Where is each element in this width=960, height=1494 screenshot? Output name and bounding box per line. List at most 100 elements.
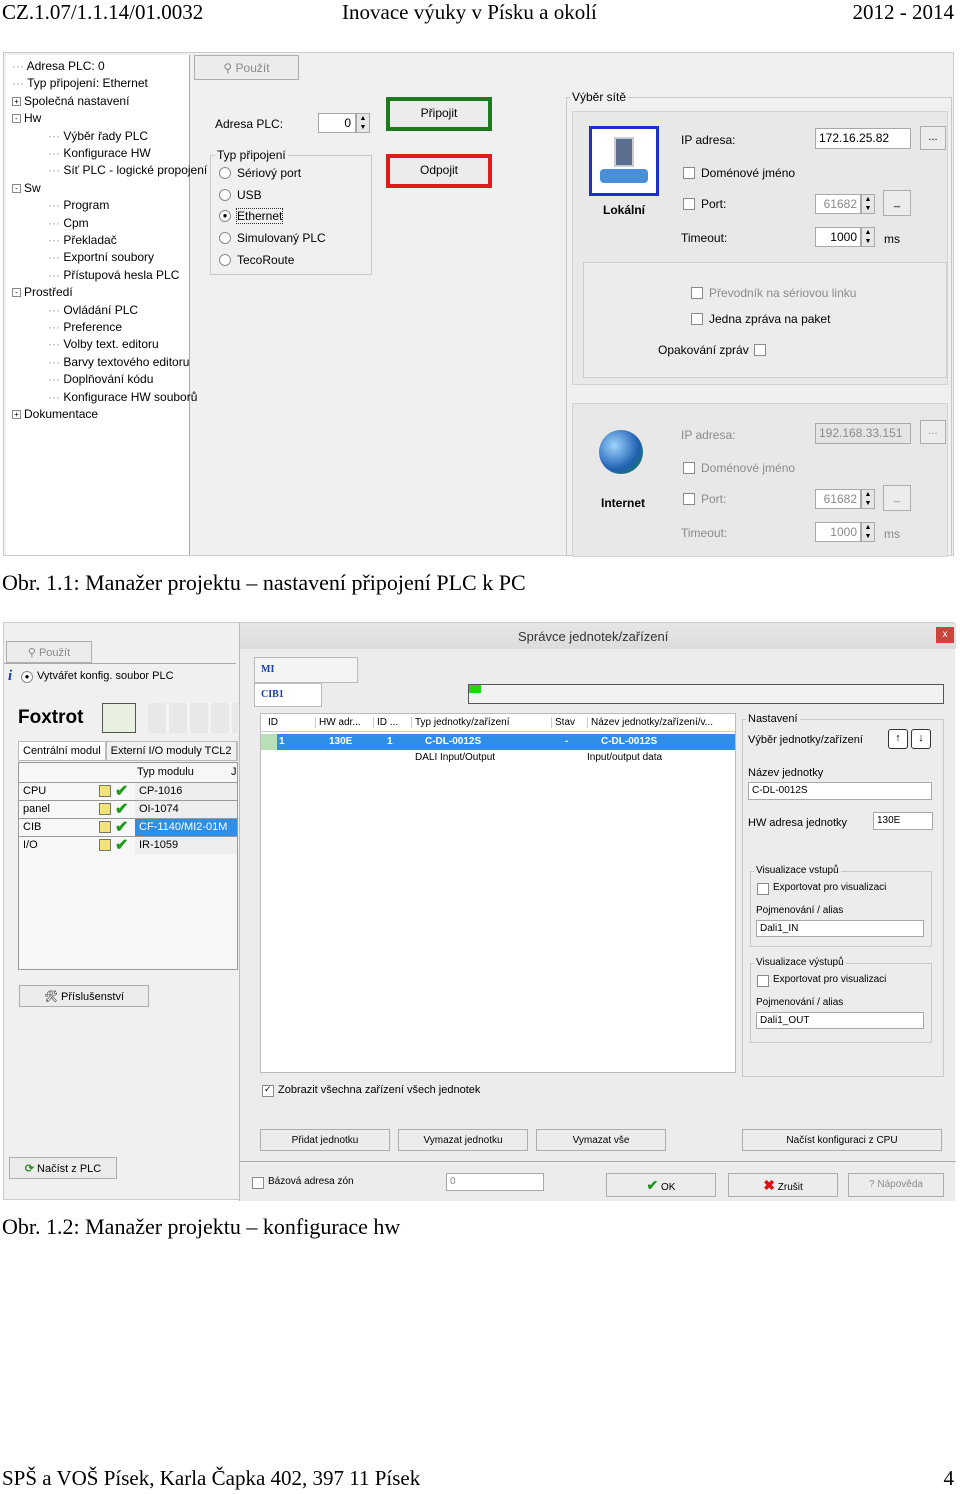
hw-address-input[interactable]: 130E	[873, 812, 933, 830]
internet-timeout-input[interactable]: 1000	[815, 522, 861, 542]
tree-item[interactable]: ··· Program	[48, 198, 109, 212]
help-button[interactable]: ? Nápověda	[848, 1173, 944, 1197]
tree-item[interactable]: ··· Překladač	[48, 233, 117, 247]
collapse-icon[interactable]: -	[12, 183, 21, 193]
tree-item[interactable]: ··· Barvy textového editoru	[48, 355, 189, 369]
tree-item[interactable]: ··· Volby text. editoru	[48, 337, 159, 351]
base-zone-input[interactable]: 0	[446, 1173, 544, 1191]
internet-port-spinner[interactable]: ▲ ▼	[861, 489, 875, 509]
config-icon[interactable]	[99, 821, 111, 833]
internet-globe-icon[interactable]	[599, 430, 643, 474]
collapse-icon[interactable]: -	[12, 114, 21, 124]
show-all-checkbox[interactable]: ✓	[262, 1084, 274, 1097]
cancel-button[interactable]: ✖ Zrušit	[728, 1173, 838, 1197]
ok-button[interactable]: ✔ OK	[606, 1173, 716, 1197]
bus-tab-cib1[interactable]: CIB1	[254, 683, 322, 707]
config-icon[interactable]	[99, 803, 111, 815]
delete-unit-button[interactable]: Vymazat jednotku	[398, 1129, 528, 1151]
module-row[interactable]: I/O ✔ IR-1059	[19, 836, 237, 854]
tree-item[interactable]: ··· Cpm	[48, 216, 89, 230]
local-port-button[interactable]: _	[883, 190, 911, 216]
apply-button-2[interactable]: ⚲ Použít	[6, 641, 92, 663]
local-timeout-input[interactable]: 1000	[815, 227, 861, 247]
add-unit-button[interactable]: Přidat jednotku	[260, 1129, 390, 1151]
local-timeout-spinner[interactable]: ▲ ▼	[861, 227, 875, 247]
tree-item[interactable]: - Prostředí	[12, 285, 73, 299]
plc-address-input[interactable]: 0	[318, 113, 356, 133]
internet-port-checkbox[interactable]	[683, 493, 695, 505]
local-port-spinner[interactable]: ▲ ▼	[861, 194, 875, 214]
module-row[interactable]: panel ✔ OI-1074	[19, 800, 237, 818]
export-output-checkbox[interactable]	[757, 975, 769, 987]
tree-item[interactable]: ··· Preference	[48, 320, 122, 334]
config-icon[interactable]	[99, 785, 111, 797]
connection-radio[interactable]	[219, 253, 231, 266]
local-domain-checkbox[interactable]	[683, 167, 695, 179]
export-input-checkbox[interactable]	[757, 883, 769, 895]
local-port-checkbox[interactable]	[683, 198, 695, 210]
central-module-image[interactable]	[102, 703, 136, 733]
output-alias-input[interactable]: Dali1_OUT	[756, 1012, 924, 1029]
tree-item[interactable]: ··· Typ připojení: Ethernet	[12, 76, 148, 90]
config-icon[interactable]	[99, 839, 111, 851]
local-network-icon[interactable]	[589, 126, 659, 196]
module-row[interactable]: CPU ✔ CP-1016	[19, 782, 237, 800]
internet-port-button[interactable]: _	[883, 485, 911, 511]
create-config-radio[interactable]: ●	[21, 671, 33, 683]
connection-radio[interactable]	[219, 232, 231, 245]
module-tab[interactable]: Externí I/O moduly TCL2	[105, 741, 237, 761]
internet-port-input[interactable]: 61682	[815, 489, 861, 509]
serial-converter-checkbox[interactable]	[691, 287, 703, 299]
collapse-icon[interactable]: -	[12, 288, 21, 298]
load-config-cpu-button[interactable]: Načíst konfiguraci z CPU	[742, 1129, 942, 1151]
tree-item[interactable]: ··· Exportní soubory	[48, 250, 154, 264]
column-header[interactable]: ID ...	[373, 717, 398, 728]
bus-tab-mi[interactable]: MI	[254, 657, 358, 683]
module-tab[interactable]: Centrální modul	[18, 741, 106, 761]
arrow-down-button[interactable]: ↓	[911, 729, 931, 749]
accessories-button[interactable]: 🛠 Příslušenství	[19, 985, 149, 1007]
tree-item[interactable]: ··· Síť PLC - logické propojení	[48, 163, 207, 177]
column-header[interactable]: ID	[265, 717, 278, 728]
tree-item[interactable]: ··· Adresa PLC: 0	[12, 59, 105, 73]
column-header[interactable]: Stav	[551, 717, 575, 728]
close-button[interactable]: x	[936, 627, 954, 643]
tree-item[interactable]: - Sw	[12, 181, 41, 195]
tree-item[interactable]: ··· Výběr řady PLC	[48, 129, 148, 143]
column-header[interactable]: HW adr...	[315, 717, 361, 728]
base-zone-checkbox[interactable]	[252, 1177, 264, 1189]
expand-icon[interactable]: +	[12, 96, 21, 106]
tree-item[interactable]: ··· Konfigurace HW	[48, 146, 151, 160]
tree-item[interactable]: ··· Konfigurace HW souborů	[48, 390, 197, 404]
delete-all-button[interactable]: Vymazat vše	[536, 1129, 666, 1151]
column-header[interactable]: Název jednotky/zařízení/v...	[587, 717, 713, 728]
input-alias-input[interactable]: Dali1_IN	[756, 920, 924, 937]
internet-ip-input[interactable]: 192.168.33.151	[815, 423, 911, 444]
unit-name-input[interactable]: C-DL-0012S	[748, 782, 932, 800]
tree-item[interactable]: + Společná nastavení	[12, 94, 129, 108]
module-tab[interactable]: E	[236, 741, 238, 761]
column-header[interactable]: Typ jednotky/zařízení	[411, 717, 510, 728]
connection-radio[interactable]	[219, 188, 231, 201]
local-ip-input[interactable]: 172.16.25.82	[815, 128, 911, 149]
arrow-up-button[interactable]: ↑	[888, 729, 908, 749]
apply-button[interactable]: ⚲ Použít	[194, 55, 299, 80]
settings-tree[interactable]: ··· Adresa PLC: 0 ··· Typ připojení: Ethe…	[6, 55, 207, 555]
tree-item[interactable]: ··· Ovládání PLC	[48, 303, 138, 317]
tree-item[interactable]: ··· Přístupová hesla PLC	[48, 268, 179, 282]
disconnect-button[interactable]: Odpojit	[386, 154, 492, 188]
internet-domain-checkbox[interactable]	[683, 462, 695, 474]
load-from-plc-button[interactable]: ⟳ Načíst z PLC	[9, 1157, 117, 1179]
one-msg-checkbox[interactable]	[691, 313, 703, 325]
local-port-input[interactable]: 61682	[815, 194, 861, 214]
connection-radio[interactable]	[219, 167, 231, 179]
expand-icon[interactable]: +	[12, 410, 21, 419]
repeat-checkbox[interactable]	[754, 344, 766, 356]
plc-address-spinner[interactable]: ▲ ▼	[356, 113, 370, 133]
connect-button[interactable]: Připojit	[386, 97, 492, 131]
internet-timeout-spinner[interactable]: ▲ ▼	[861, 522, 875, 542]
tree-item[interactable]: - Hw	[12, 111, 41, 125]
tree-item[interactable]: + Dokumentace	[12, 407, 98, 421]
internet-browse-button[interactable]: ...	[920, 420, 946, 444]
tree-item[interactable]: ··· Doplňování kódu	[48, 372, 153, 386]
